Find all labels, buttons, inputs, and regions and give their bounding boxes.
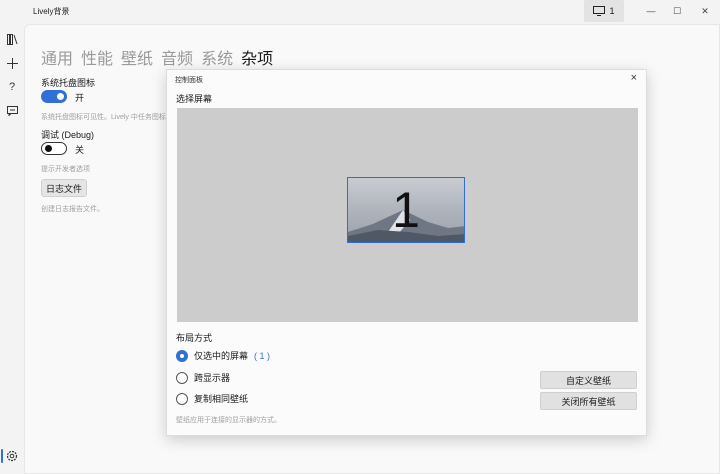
debug-toggle[interactable]: [41, 142, 67, 155]
layout-note: 壁纸应用于连接的显示器的方式。: [176, 417, 281, 424]
monitor-button-label: 1: [609, 6, 615, 16]
tab-wallpaper[interactable]: 壁纸: [121, 45, 153, 72]
layout-option-selected-screen[interactable]: 仅选中的屏幕 ( 1 ): [176, 349, 270, 362]
layout-heading: 布局方式: [176, 333, 213, 343]
customize-wallpaper-button[interactable]: 自定义壁纸: [540, 371, 637, 389]
tray-icon-description: 系统托盘图标可见性。Lively 中任务图标: [41, 114, 166, 121]
monitor-icon: [593, 6, 606, 16]
option-label: 复制相同壁纸: [194, 394, 249, 404]
log-description: 创建日志报告文件。: [41, 206, 104, 213]
title-bar: Lively背景 1 — ☐ ✕: [0, 0, 720, 24]
tab-performance[interactable]: 性能: [81, 45, 113, 72]
monitor-select-button[interactable]: 1: [584, 0, 624, 22]
select-screen-heading: 选择屏幕: [176, 94, 213, 104]
debug-label: 调试 (Debug): [41, 130, 95, 140]
dialog-title: 控制面板: [175, 77, 203, 84]
tray-icon-state: 开: [75, 93, 85, 103]
tab-general[interactable]: 通用: [41, 45, 73, 72]
tab-system[interactable]: 系统: [201, 45, 233, 72]
option-label: 跨显示器: [194, 373, 231, 383]
tray-icon-label: 系统托盘图标: [41, 78, 96, 88]
radio-button[interactable]: [176, 392, 188, 405]
tray-icon-toggle[interactable]: [41, 90, 67, 103]
settings-tabs: 通用 性能 壁纸 音频 系统 杂项: [41, 45, 274, 72]
monitor-tile[interactable]: 1: [347, 177, 465, 243]
library-icon[interactable]: [5, 32, 19, 46]
close-button[interactable]: ✕: [690, 0, 720, 22]
feedback-icon[interactable]: [5, 104, 19, 118]
log-file-button[interactable]: 日志文件: [41, 179, 87, 197]
app-title: Lively背景: [33, 7, 70, 16]
tab-misc[interactable]: 杂项: [241, 45, 274, 72]
debug-description: 提示开发者选项: [41, 166, 90, 173]
radio-button[interactable]: [176, 371, 188, 384]
tab-audio[interactable]: 音频: [161, 45, 193, 72]
debug-state: 关: [75, 145, 85, 155]
dialog-close-button[interactable]: ×: [631, 72, 637, 84]
control-panel-dialog: 控制面板 × 选择屏幕 1 布局方式 仅选中的屏幕 ( 1 ) 跨显示器 复制相…: [166, 69, 647, 436]
active-indicator: [1, 449, 3, 463]
screen-preview-area: 1: [177, 108, 638, 322]
option-count: ( 1 ): [254, 350, 271, 361]
help-icon[interactable]: ?: [5, 80, 19, 94]
close-all-wallpapers-button[interactable]: 关闭所有壁纸: [540, 392, 637, 410]
settings-icon[interactable]: [5, 449, 19, 463]
monitor-number: 1: [392, 182, 420, 238]
radio-button[interactable]: [176, 349, 188, 362]
layout-option-span[interactable]: 跨显示器: [176, 371, 230, 384]
maximize-button[interactable]: ☐: [662, 0, 692, 22]
add-icon[interactable]: [5, 56, 19, 70]
layout-option-duplicate[interactable]: 复制相同壁纸: [176, 392, 248, 405]
option-label: 仅选中的屏幕: [194, 351, 249, 361]
nav-rail: ?: [0, 24, 24, 474]
